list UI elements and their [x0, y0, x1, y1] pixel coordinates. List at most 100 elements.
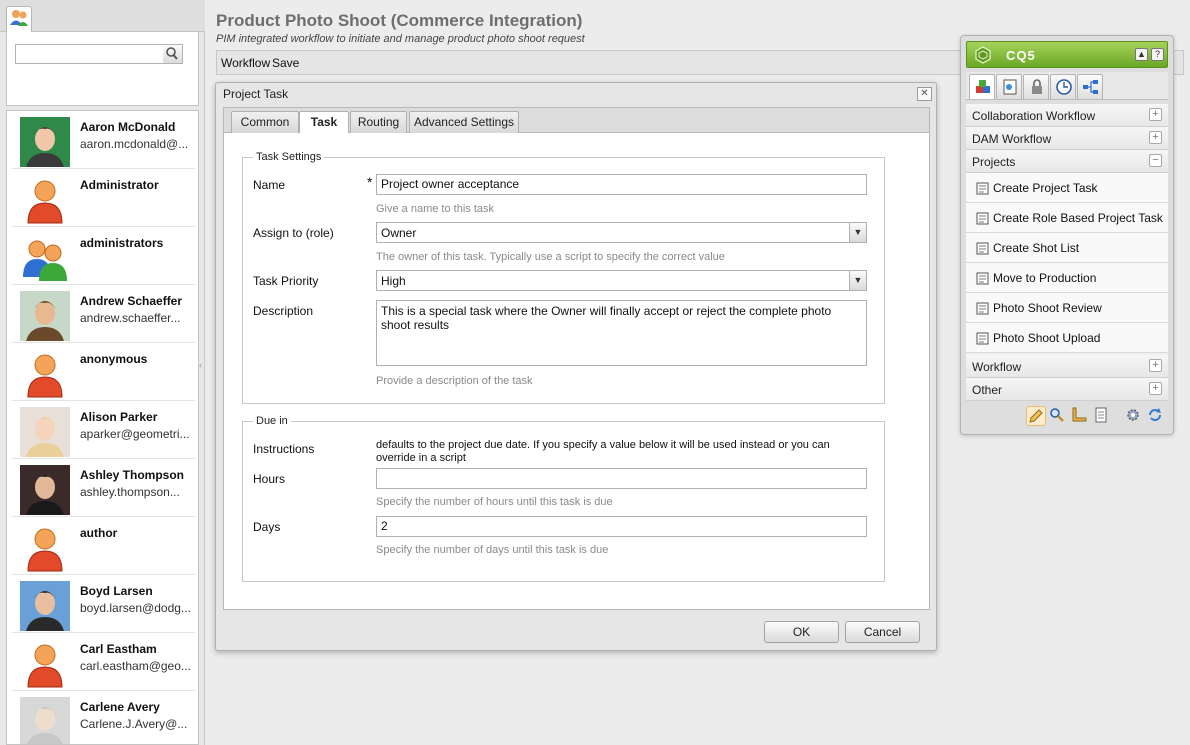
preview-mode-button[interactable]: [1048, 406, 1068, 426]
workflow-menu-button[interactable]: Workflow: [221, 56, 270, 70]
chevron-down-icon[interactable]: ▼: [849, 223, 866, 242]
cancel-button[interactable]: Cancel: [845, 621, 920, 643]
instructions-text: defaults to the project due date. If you…: [376, 439, 830, 464]
close-icon: ✕: [920, 88, 929, 99]
settings-button[interactable]: [1124, 406, 1144, 426]
page-tab[interactable]: [996, 74, 1022, 99]
user-row[interactable]: Aaron McDonald aaron.mcdonald@...: [12, 111, 195, 169]
page-properties-button[interactable]: [1092, 406, 1112, 426]
assign-role-label: Assign to (role): [253, 226, 334, 240]
users-tab[interactable]: [6, 6, 32, 32]
tab-common[interactable]: Common: [231, 111, 299, 133]
group-label: Projects: [972, 155, 1016, 169]
edit-mode-button[interactable]: [1026, 406, 1046, 426]
workflow-model-icon: [976, 242, 989, 255]
components-tab[interactable]: [969, 74, 995, 99]
task-settings-legend: Task Settings: [253, 151, 325, 163]
user-email: ashley.thompson...: [80, 485, 180, 499]
page-subtitle: PIM integrated workflow to initiate and …: [216, 33, 585, 45]
workflow-model-item[interactable]: Create Role Based Project Task: [966, 203, 1168, 233]
sidekick-title: CQ5: [1006, 48, 1036, 63]
user-avatar-icon: [20, 523, 70, 573]
workflow-tab[interactable]: [1077, 74, 1103, 99]
collapse-icon[interactable]: −: [1149, 154, 1162, 167]
workflow-model-item[interactable]: Photo Shoot Review: [966, 293, 1168, 323]
expand-icon[interactable]: +: [1149, 108, 1162, 121]
workflow-model-item[interactable]: Create Shot List: [966, 233, 1168, 263]
close-button[interactable]: ✕: [917, 87, 932, 101]
due-in-legend: Due in: [253, 415, 291, 427]
collapse-handle[interactable]: ‹: [199, 360, 205, 390]
sidekick-content: Collaboration Workflow + DAM Workflow + …: [966, 104, 1168, 401]
help-button[interactable]: ?: [1151, 48, 1164, 61]
tab-task[interactable]: Task: [299, 111, 349, 134]
user-email: aparker@geometri...: [80, 427, 190, 441]
group-collaboration-workflow[interactable]: Collaboration Workflow +: [966, 104, 1168, 127]
expand-icon[interactable]: +: [1149, 382, 1162, 395]
user-email: aaron.mcdonald@...: [80, 137, 189, 151]
ruler-icon: [1072, 407, 1087, 422]
expand-icon[interactable]: +: [1149, 359, 1162, 372]
design-mode-button[interactable]: [1070, 406, 1090, 426]
assign-role-value: Owner: [381, 226, 417, 240]
user-search-input[interactable]: [15, 44, 183, 64]
chevron-down-icon[interactable]: ▼: [849, 271, 866, 290]
user-row[interactable]: Carlene Avery Carlene.J.Avery@...: [12, 691, 195, 744]
user-row[interactable]: author: [12, 517, 195, 575]
user-row[interactable]: anonymous: [12, 343, 195, 401]
hours-field[interactable]: [376, 468, 867, 489]
workflow-model-item[interactable]: Create Project Task: [966, 173, 1168, 203]
user-row[interactable]: Boyd Larsen boyd.larsen@dodg...: [12, 575, 195, 633]
sidekick-header[interactable]: CQ5 ▲ ?: [966, 41, 1168, 68]
refresh-icon: [1149, 408, 1161, 421]
user-photo: [20, 581, 70, 631]
save-button[interactable]: Save: [272, 56, 299, 70]
assign-role-select[interactable]: Owner ▼: [376, 222, 867, 243]
tab-advanced-settings[interactable]: Advanced Settings: [409, 111, 519, 133]
group-avatar-icon: [20, 233, 70, 283]
user-photo: [20, 117, 70, 167]
task-priority-select[interactable]: High ▼: [376, 270, 867, 291]
lock-tab[interactable]: [1023, 74, 1049, 99]
tab-routing[interactable]: Routing: [350, 111, 407, 133]
user-email: andrew.schaeffer...: [80, 311, 181, 325]
user-row[interactable]: Ashley Thompson ashley.thompson...: [12, 459, 195, 517]
hours-label: Hours: [253, 472, 286, 486]
group-other[interactable]: Other +: [966, 378, 1168, 401]
user-panel-tabstrip: [0, 0, 205, 32]
workflow-model-item[interactable]: Photo Shoot Upload: [966, 323, 1168, 353]
days-field[interactable]: 2: [376, 516, 867, 537]
days-label: Days: [253, 520, 281, 534]
user-row[interactable]: Alison Parker aparker@geometri...: [12, 401, 195, 459]
search-button[interactable]: [163, 44, 183, 64]
name-field[interactable]: Project owner acceptance: [376, 174, 867, 195]
users-group-icon: [10, 10, 28, 26]
user-name: Andrew Schaeffer: [80, 294, 183, 308]
workflow-model-item[interactable]: Move to Production: [966, 263, 1168, 293]
collapse-button[interactable]: ▲: [1135, 48, 1148, 61]
user-name: Boyd Larsen: [80, 584, 153, 598]
name-help: Give a name to this task: [376, 203, 494, 215]
user-row[interactable]: administrators: [12, 227, 195, 285]
user-name: Alison Parker: [80, 410, 158, 424]
versioning-tab[interactable]: [1050, 74, 1076, 99]
user-name: Carl Eastham: [80, 642, 157, 656]
ok-button[interactable]: OK: [764, 621, 839, 643]
workflow-model-icon: [976, 272, 989, 285]
group-dam-workflow[interactable]: DAM Workflow +: [966, 127, 1168, 150]
dialog-body: Common Task Routing Advanced Settings Ta…: [223, 107, 930, 610]
user-name: anonymous: [80, 352, 148, 366]
user-row[interactable]: Administrator: [12, 169, 195, 227]
user-row[interactable]: Andrew Schaeffer andrew.schaeffer...: [12, 285, 195, 343]
user-row[interactable]: Carl Eastham carl.eastham@geo...: [12, 633, 195, 691]
group-workflow[interactable]: Workflow +: [966, 355, 1168, 378]
expand-icon[interactable]: +: [1149, 131, 1162, 144]
user-name: Carlene Avery: [80, 700, 160, 714]
description-field[interactable]: This is a special task where the Owner w…: [376, 300, 867, 366]
group-projects[interactable]: Projects −: [966, 150, 1168, 173]
page-title: Product Photo Shoot (Commerce Integratio…: [216, 11, 583, 30]
user-name: Ashley Thompson: [80, 468, 185, 482]
workflow-model-icon: [976, 212, 989, 225]
workflow-model-label: Photo Shoot Review: [993, 301, 1102, 315]
refresh-button[interactable]: [1146, 406, 1166, 426]
